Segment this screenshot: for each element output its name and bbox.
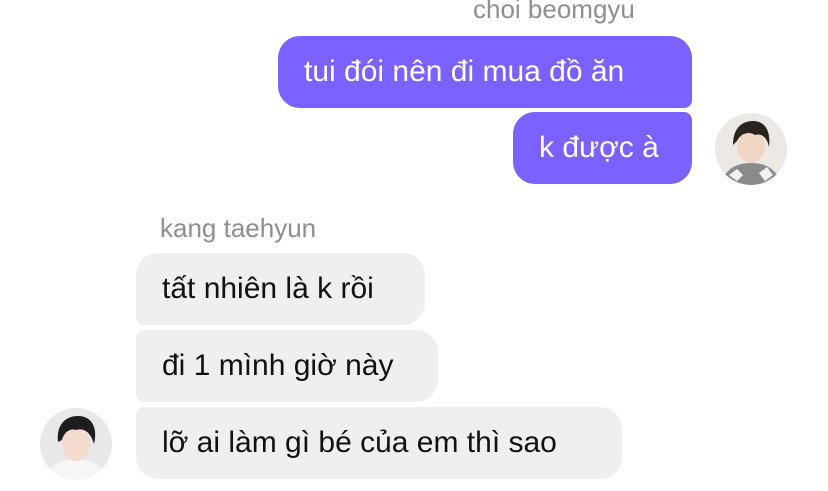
avatar[interactable] bbox=[40, 408, 112, 480]
message-bubble-incoming[interactable]: tất nhiên là k rồi bbox=[136, 253, 425, 325]
message-bubble-outgoing[interactable]: tui đói nên đi mua đồ ăn bbox=[278, 36, 692, 108]
sender-name-incoming: kang taehyun bbox=[160, 213, 317, 243]
message-bubble-outgoing[interactable]: k được à bbox=[513, 112, 692, 184]
message-bubble-incoming[interactable]: đi 1 mình giờ này bbox=[136, 330, 438, 402]
message-bubble-incoming[interactable]: lỡ ai làm gì bé của em thì sao bbox=[136, 407, 622, 479]
sender-name-outgoing: choi beomgyu bbox=[473, 0, 635, 24]
profile-photo-icon bbox=[40, 408, 112, 480]
profile-photo-icon bbox=[715, 113, 787, 185]
avatar[interactable] bbox=[715, 113, 787, 185]
chat-thread: choi beomgyu tui đói nên đi mua đồ ăn k … bbox=[0, 0, 828, 491]
